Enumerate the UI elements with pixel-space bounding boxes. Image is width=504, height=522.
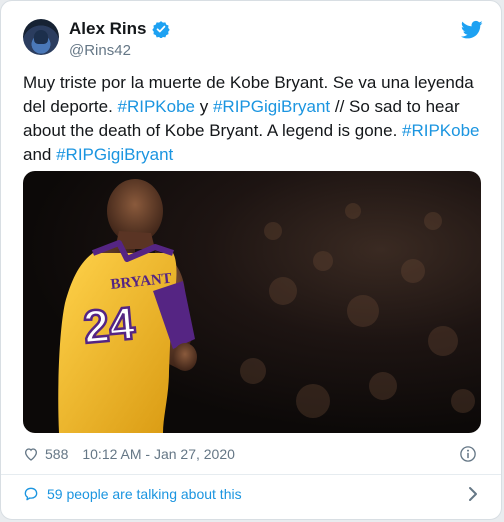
photo-scene: BRYANT 24 [58,179,475,433]
heart-icon[interactable] [23,446,39,462]
tweet-meta: 588 10:12 AM - Jan 27, 2020 [23,443,485,465]
verified-badge-icon [152,21,171,38]
avatar[interactable] [23,19,59,55]
footer-divider [1,474,501,475]
hashtag-link[interactable]: #RIPGigiBryant [213,97,330,116]
hashtag-link[interactable]: #RIPKobe [118,97,196,116]
talking-link[interactable]: 59 people are talking about this [23,483,483,505]
tweet-header: Alex Rins @Rins42 [23,19,483,61]
info-icon[interactable] [459,445,477,463]
user-handle[interactable]: @Rins42 [69,42,131,59]
tweet-text-segment: y [195,97,213,116]
talking-text[interactable]: 59 people are talking about this [47,486,242,502]
like-count[interactable]: 588 [45,446,68,462]
hashtag-link[interactable]: #RIPGigiBryant [56,145,173,164]
name-line: Alex Rins [69,19,171,39]
tweet-text-segment: and [23,145,57,164]
hashtag-link[interactable]: #RIPKobe [402,121,480,140]
jersey-number: 24 [81,297,137,353]
twitter-bird-icon[interactable] [461,20,483,40]
chevron-right-icon[interactable] [467,486,479,502]
tweet-card[interactable]: Alex Rins @Rins42 Muy triste por la muer… [0,0,502,520]
timestamp[interactable]: 10:12 AM - Jan 27, 2020 [82,446,235,462]
tweet-text: Muy triste por la muerte de Kobe Bryant.… [23,71,485,167]
speech-bubble-icon [24,487,38,501]
display-name[interactable]: Alex Rins [69,19,146,39]
tweet-media-photo[interactable]: BRYANT 24 [23,171,481,433]
